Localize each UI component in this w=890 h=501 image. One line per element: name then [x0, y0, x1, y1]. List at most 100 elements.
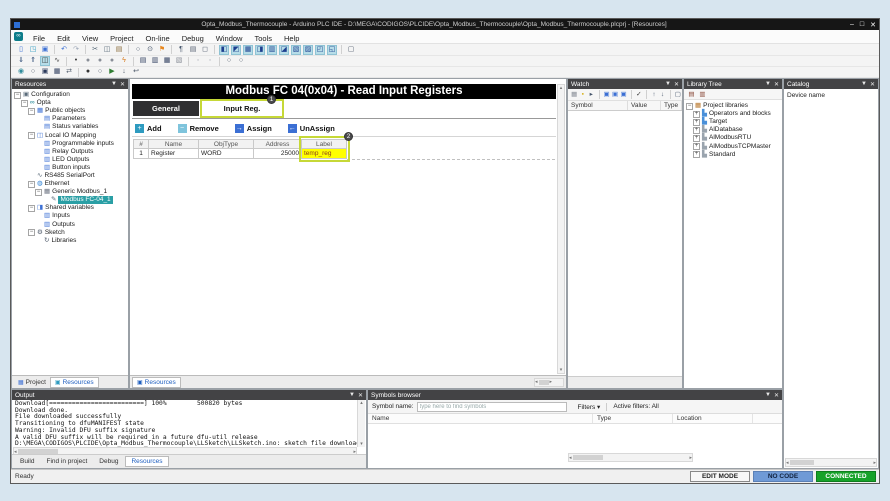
document-horizontal-scrollbar[interactable]: ◂▸: [534, 378, 564, 387]
reset-layout-icon[interactable]: ▢: [346, 45, 356, 55]
tab-resources[interactable]: Resources: [125, 456, 168, 467]
watch-window-icon[interactable]: ▤: [138, 56, 148, 66]
go-to-icon[interactable]: ¶: [176, 45, 186, 55]
filters-button[interactable]: Filters ▾: [572, 403, 608, 411]
toggle-oscilloscope-icon[interactable]: ▧: [291, 45, 301, 55]
tree-item-button-inputs[interactable]: ▥Button inputs: [12, 164, 128, 172]
print-preview-icon[interactable]: ◻: [200, 45, 210, 55]
tree-item-almodbustcpmaster[interactable]: +▙AlModbusTCPMaster: [684, 142, 782, 150]
maximize-button[interactable]: □: [860, 21, 864, 28]
step-return-icon[interactable]: ↩: [131, 67, 141, 77]
expand-toggle-icon[interactable]: +: [693, 119, 700, 126]
remove-button[interactable]: −Remove: [178, 124, 219, 133]
tree-item-ethernet[interactable]: −◍Ethernet: [12, 180, 128, 188]
refresh-status-icon[interactable]: ○: [236, 56, 246, 66]
menu-item-edit[interactable]: Edit: [51, 33, 76, 44]
tree-item-libraries[interactable]: ↻Libraries: [12, 237, 128, 245]
cut-icon[interactable]: ✂: [90, 45, 100, 55]
expand-toggle-icon[interactable]: +: [693, 135, 700, 142]
tab-debug[interactable]: Debug: [94, 457, 123, 466]
insert-symbol-icon[interactable]: ▸: [588, 90, 595, 99]
add-button[interactable]: +Add: [135, 124, 162, 133]
watch-properties-icon[interactable]: ▦: [571, 90, 578, 99]
loop-icon[interactable]: ○: [224, 56, 234, 66]
print-icon[interactable]: ▤: [188, 45, 198, 55]
menu-item-file[interactable]: File: [27, 33, 51, 44]
expand-toggle-icon[interactable]: −: [28, 132, 35, 139]
cell-label[interactable]: temp_reg: [302, 149, 347, 159]
expand-toggle-icon[interactable]: +: [693, 143, 700, 150]
tree-item-outputs[interactable]: ▥Outputs: [12, 221, 128, 229]
menu-item-view[interactable]: View: [76, 33, 104, 44]
communication-settings-icon[interactable]: ∿: [52, 56, 62, 66]
simulation-mode-icon[interactable]: ◉: [16, 67, 26, 77]
export-watch-icon[interactable]: ▣: [620, 90, 627, 99]
tree-item-operators-and-blocks[interactable]: +▙Operators and blocks: [684, 110, 782, 118]
expand-toggle-icon[interactable]: −: [35, 189, 42, 196]
close-icon[interactable]: ✕: [870, 81, 875, 88]
close-icon[interactable]: ✕: [774, 81, 779, 88]
scroll-up-icon[interactable]: ▴: [560, 85, 563, 91]
tree-item-rs485-serialport[interactable]: ∿RS485 SerialPort: [12, 172, 128, 180]
toggle-crossref-icon[interactable]: ▨: [303, 45, 313, 55]
bookmark-icon[interactable]: ⚑: [157, 45, 167, 55]
tree-item-aldatabase[interactable]: +▙AlDatabase: [684, 126, 782, 134]
tree-item-sketch[interactable]: −⚙Sketch: [12, 229, 128, 237]
document-vertical-scrollbar[interactable]: ▴ ▾: [557, 84, 565, 374]
pin-icon[interactable]: ▼: [349, 392, 355, 398]
tree-item-opta[interactable]: −∞Opta: [12, 99, 128, 107]
paste-icon[interactable]: ▤: [114, 45, 124, 55]
trigger-window-icon[interactable]: ▦: [162, 56, 172, 66]
flash-device-icon[interactable]: ϟ: [119, 56, 129, 66]
play-icon[interactable]: ▶: [107, 67, 117, 77]
tree-item-public-objects[interactable]: −▦Public objects: [12, 107, 128, 115]
expand-toggle-icon[interactable]: −: [686, 103, 693, 110]
step-down-icon[interactable]: ↓: [119, 67, 129, 77]
menu-item-debug[interactable]: Debug: [176, 33, 210, 44]
catalog-horizontal-scrollbar[interactable]: ◂▸: [785, 458, 877, 467]
expand-toggle-icon[interactable]: +: [693, 151, 700, 158]
close-icon[interactable]: ✕: [674, 81, 679, 88]
tree-item-shared-variables[interactable]: −◨Shared variables: [12, 204, 128, 212]
open-project-icon[interactable]: ◳: [28, 45, 38, 55]
live-debug-icon[interactable]: ▫: [193, 56, 203, 66]
toggle-catalog-icon[interactable]: ▥: [267, 45, 277, 55]
pause-icon[interactable]: ●: [107, 56, 117, 66]
expand-toggle-icon[interactable]: −: [21, 100, 28, 107]
tab-general[interactable]: General: [133, 101, 199, 116]
tree-item-generic-modbus-1[interactable]: −▦Generic Modbus_1: [12, 188, 128, 196]
tree-item-almodbusrtu[interactable]: +▙AlModbusRTU: [684, 134, 782, 142]
menu-item-help[interactable]: Help: [278, 33, 305, 44]
undo-icon[interactable]: ↶: [59, 45, 69, 55]
toggle-output-icon[interactable]: ◩: [231, 45, 241, 55]
library-manager-icon[interactable]: ▥: [698, 90, 707, 99]
toggle-workspace-icon[interactable]: ◧: [219, 45, 229, 55]
expand-toggle-icon[interactable]: −: [28, 229, 35, 236]
close-icon[interactable]: ✕: [774, 392, 779, 399]
close-button[interactable]: ✕: [870, 21, 876, 29]
tab-project[interactable]: ▦Project: [14, 378, 50, 387]
confirm-watch-icon[interactable]: ✓: [636, 90, 643, 99]
stop-debug-icon[interactable]: ○: [95, 67, 105, 77]
tree-item-relay-outputs[interactable]: ▥Relay Outputs: [12, 148, 128, 156]
watch-key-icon[interactable]: ▪: [580, 90, 587, 99]
expand-toggle-icon[interactable]: +: [693, 111, 700, 118]
stop-icon[interactable]: ●: [95, 56, 105, 66]
download-code-icon[interactable]: ⇓: [16, 56, 26, 66]
find-next-icon[interactable]: ⊙: [145, 45, 155, 55]
upload-code-icon[interactable]: ⇑: [28, 56, 38, 66]
unassign-button[interactable]: ←UnAssign: [288, 124, 335, 133]
minimize-button[interactable]: –: [850, 21, 854, 28]
step-over-icon[interactable]: ▦: [52, 67, 62, 77]
symbols-horizontal-scrollbar[interactable]: ◂▸: [568, 453, 693, 462]
tree-item-configuration[interactable]: −▣Configuration: [12, 91, 128, 99]
tab-resources[interactable]: ▣Resources: [50, 377, 99, 388]
expand-toggle-icon[interactable]: −: [28, 108, 35, 115]
expand-toggle-icon[interactable]: +: [693, 127, 700, 134]
breakpoint-icon[interactable]: •: [71, 56, 81, 66]
tree-item-project-libraries[interactable]: −▦Project libraries: [684, 102, 782, 110]
scroll-down-icon[interactable]: ▾: [560, 367, 563, 373]
run-icon[interactable]: ●: [83, 56, 93, 66]
find-icon[interactable]: ○: [133, 45, 143, 55]
close-icon[interactable]: ✕: [120, 81, 125, 88]
